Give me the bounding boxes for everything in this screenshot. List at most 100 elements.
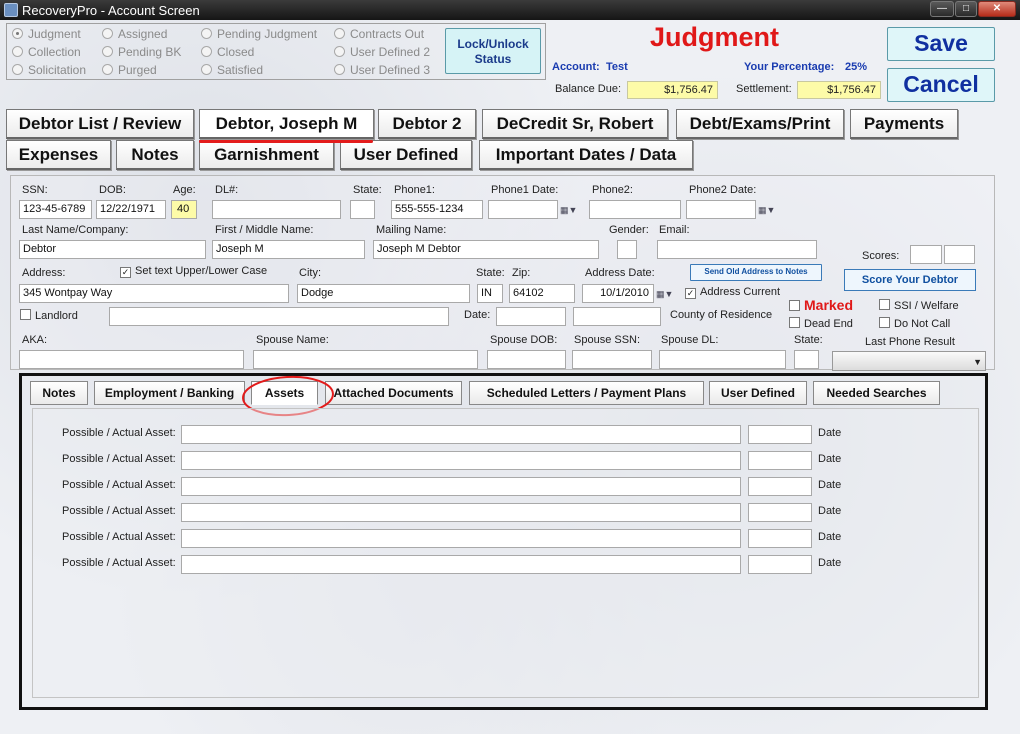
phone1-field[interactable]: 555-555-1234 xyxy=(391,200,483,219)
subtab-employment-banking[interactable]: Employment / Banking xyxy=(94,381,245,405)
asset-date-field[interactable] xyxy=(748,555,812,574)
radio-closed[interactable]: Closed xyxy=(201,45,254,59)
settlement-value[interactable]: $1,756.47 xyxy=(797,81,881,99)
tab-debtor-list-review[interactable]: Debtor List / Review xyxy=(6,109,194,139)
asset-date-label: Date xyxy=(818,505,842,517)
radio-assigned[interactable]: Assigned xyxy=(102,27,167,41)
score-field-1[interactable] xyxy=(910,245,942,264)
radio-user-defined-3[interactable]: User Defined 3 xyxy=(334,63,430,77)
tab-payments[interactable]: Payments xyxy=(850,109,958,139)
subtab-notes[interactable]: Notes xyxy=(30,381,88,405)
subtab-needed-searches[interactable]: Needed Searches xyxy=(813,381,940,405)
subtab-user-defined[interactable]: User Defined xyxy=(709,381,807,405)
aka-label: AKA: xyxy=(22,334,48,346)
score-your-debtor-button[interactable]: Score Your Debtor xyxy=(844,269,976,291)
minimize-icon[interactable]: — xyxy=(930,1,954,17)
spouse-dob-field[interactable] xyxy=(487,350,566,369)
tab-debtor-joseph-m[interactable]: Debtor, Joseph M xyxy=(199,109,374,139)
asset-field[interactable] xyxy=(181,425,741,444)
maximize-icon[interactable]: □ xyxy=(955,1,977,17)
subtab-attached-documents[interactable]: Attached Documents xyxy=(325,381,462,405)
radio-contracts-out[interactable]: Contracts Out xyxy=(334,27,424,41)
cancel-button[interactable]: Cancel xyxy=(887,68,995,102)
radio-user-defined-2[interactable]: User Defined 2 xyxy=(334,45,430,59)
dob-field[interactable]: 12/22/1971 xyxy=(96,200,166,219)
tab-user-defined[interactable]: User Defined xyxy=(340,140,472,170)
lock-unlock-status-button[interactable]: Lock/Unlock Status xyxy=(445,28,541,74)
asset-field[interactable] xyxy=(181,555,741,574)
radio-solicitation[interactable]: Solicitation xyxy=(12,63,86,77)
dl-field[interactable] xyxy=(212,200,341,219)
radio-collection[interactable]: Collection xyxy=(12,45,81,59)
tab-notes[interactable]: Notes xyxy=(116,140,194,170)
asset-date-field[interactable] xyxy=(748,425,812,444)
marked-checkbox[interactable]: Marked xyxy=(789,297,853,313)
settlement-label: Settlement: xyxy=(736,83,792,95)
do-not-call-checkbox[interactable]: Do Not Call xyxy=(879,317,950,330)
address-date-label: Address Date: xyxy=(585,267,655,279)
save-button[interactable]: Save xyxy=(887,27,995,61)
dead-end-checkbox[interactable]: Dead End xyxy=(789,317,853,330)
radio-pending-bk[interactable]: Pending BK xyxy=(102,45,181,59)
asset-date-field[interactable] xyxy=(748,477,812,496)
window-title: RecoveryPro - Account Screen xyxy=(22,3,200,18)
radio-satisfied[interactable]: Satisfied xyxy=(201,63,263,77)
spouse-ssn-field[interactable] xyxy=(572,350,652,369)
landlord-field[interactable] xyxy=(109,307,449,326)
aka-field[interactable] xyxy=(19,350,244,369)
asset-date-field[interactable] xyxy=(748,529,812,548)
phone2-field[interactable] xyxy=(589,200,681,219)
close-icon[interactable]: ✕ xyxy=(978,1,1016,17)
ssi-welfare-checkbox[interactable]: SSI / Welfare xyxy=(879,299,959,312)
radio-judgment[interactable]: Judgment xyxy=(12,27,81,41)
asset-date-field[interactable] xyxy=(748,451,812,470)
address-state-field[interactable]: IN xyxy=(477,284,503,303)
asset-field[interactable] xyxy=(181,451,741,470)
asset-date-field[interactable] xyxy=(748,503,812,522)
calendar-dropdown-icon[interactable]: ▦▼ xyxy=(560,203,582,217)
zip-field[interactable]: 64102 xyxy=(509,284,575,303)
mailing-name-field[interactable]: Joseph M Debtor xyxy=(373,240,599,259)
asset-date-label: Date xyxy=(818,427,842,439)
tab-debt-exams-print[interactable]: Debt/Exams/Print xyxy=(676,109,844,139)
address-field[interactable]: 345 Wontpay Way xyxy=(19,284,289,303)
send-old-address-button[interactable]: Send Old Address to Notes xyxy=(690,264,822,281)
tab-expenses[interactable]: Expenses xyxy=(6,140,111,170)
landlord-date-field[interactable] xyxy=(496,307,566,326)
address-current-checkbox[interactable]: ✓ Address Current xyxy=(685,286,780,299)
asset-date-label: Date xyxy=(818,531,842,543)
spouse-name-field[interactable] xyxy=(253,350,478,369)
ssn-field[interactable]: 123-45-6789 xyxy=(19,200,92,219)
email-field[interactable] xyxy=(657,240,817,259)
calendar-dropdown-icon[interactable]: ▦▼ xyxy=(656,287,678,301)
spouse-name-label: Spouse Name: xyxy=(256,334,329,346)
phone2-date-field[interactable] xyxy=(686,200,756,219)
landlord-checkbox[interactable]: Landlord xyxy=(20,309,78,322)
last-phone-result-select[interactable]: ▼ xyxy=(832,351,986,371)
phone1-date-field[interactable] xyxy=(488,200,558,219)
city-field[interactable]: Dodge xyxy=(297,284,470,303)
last-name-field[interactable]: Debtor xyxy=(19,240,206,259)
tab-important-dates-data[interactable]: Important Dates / Data xyxy=(479,140,693,170)
asset-date-label: Date xyxy=(818,479,842,491)
dl-state-field[interactable] xyxy=(350,200,375,219)
subtab-scheduled-letters-payment-plans[interactable]: Scheduled Letters / Payment Plans xyxy=(469,381,704,405)
tab-garnishment[interactable]: Garnishment xyxy=(199,140,334,170)
tab-decredit-sr-robert[interactable]: DeCredit Sr, Robert xyxy=(482,109,668,139)
asset-field[interactable] xyxy=(181,503,741,522)
phone2-label: Phone2: xyxy=(592,184,633,196)
radio-pending-judgment[interactable]: Pending Judgment xyxy=(201,27,317,41)
county-field[interactable] xyxy=(573,307,661,326)
asset-field[interactable] xyxy=(181,477,741,496)
gender-field[interactable] xyxy=(617,240,637,259)
calendar-dropdown-icon[interactable]: ▦▼ xyxy=(758,203,780,217)
radio-purged[interactable]: Purged xyxy=(102,63,157,77)
first-name-field[interactable]: Joseph M xyxy=(212,240,365,259)
spouse-dl-field[interactable] xyxy=(659,350,786,369)
set-text-case-checkbox[interactable]: ✓ Set text Upper/Lower Case xyxy=(120,265,267,278)
score-field-2[interactable] xyxy=(944,245,975,264)
spouse-state-field[interactable] xyxy=(794,350,819,369)
tab-debtor-2[interactable]: Debtor 2 xyxy=(378,109,476,139)
address-date-field[interactable]: 10/1/2010 xyxy=(582,284,654,303)
asset-field[interactable] xyxy=(181,529,741,548)
